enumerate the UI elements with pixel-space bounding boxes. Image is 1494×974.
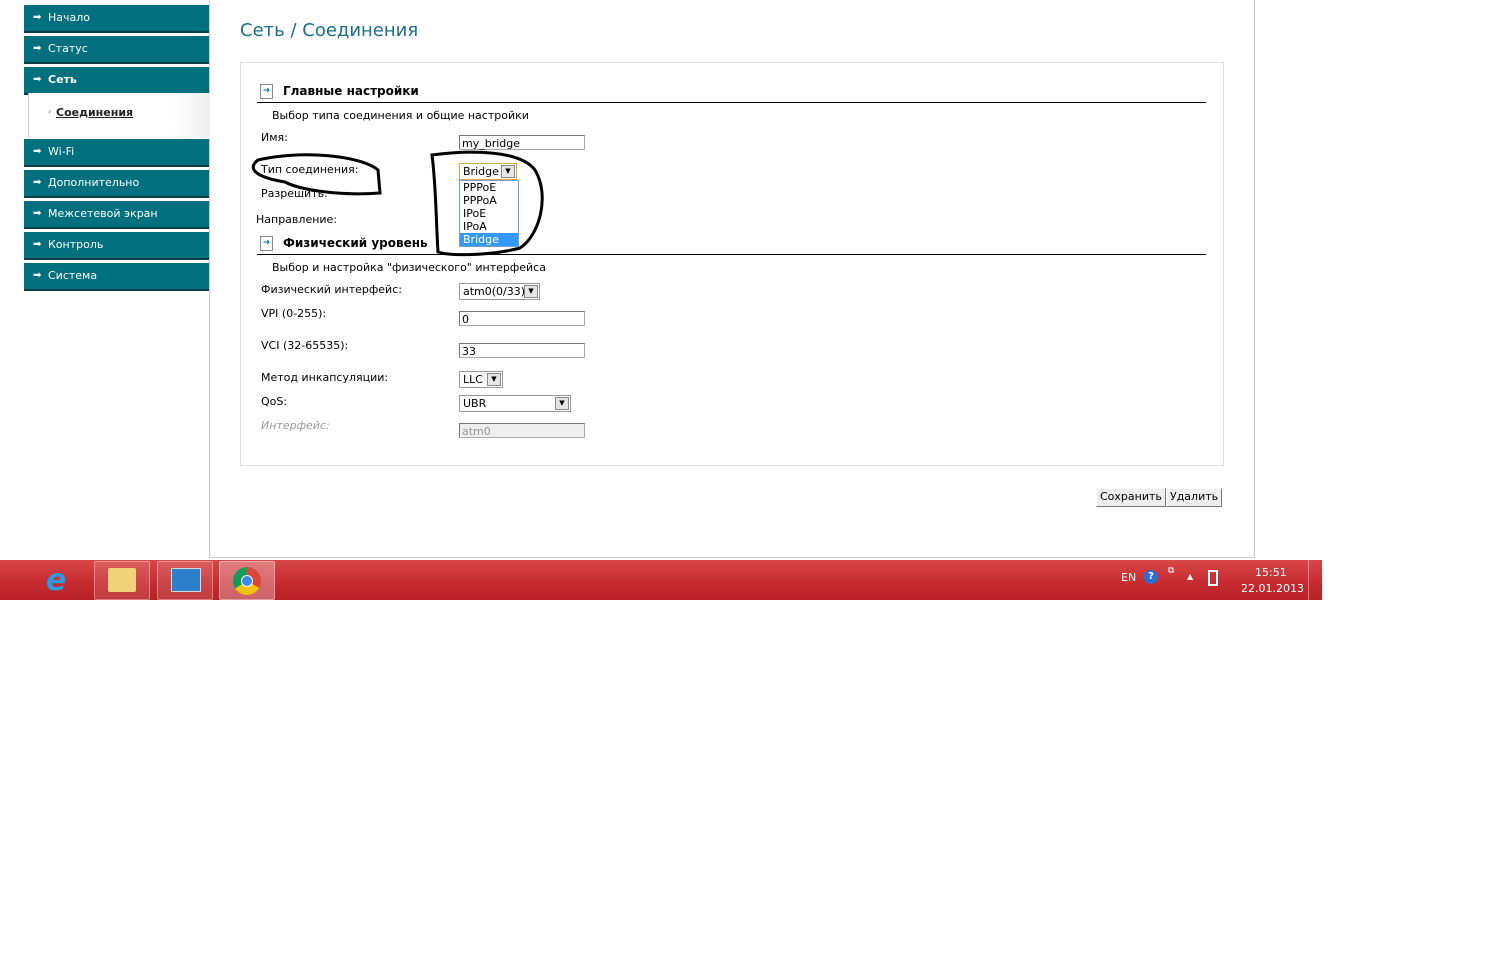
chrome-button[interactable] (219, 561, 275, 600)
qos-label: QoS: (261, 395, 288, 408)
interface-input: atm0 (459, 423, 585, 438)
network-icon[interactable]: ⧉ (1168, 566, 1174, 576)
clock-date[interactable]: 22.01.2013 (1241, 582, 1304, 595)
chevron-down-icon: ▼ (524, 285, 538, 298)
vpi-label: VPI (0-255): (261, 307, 327, 320)
hand-drawn-annotation (251, 150, 544, 257)
control-panel-icon (171, 568, 201, 592)
internet-explorer-icon: e (46, 563, 67, 598)
chrome-icon (233, 567, 261, 595)
language-indicator[interactable]: EN (1121, 571, 1136, 584)
physical-interface-select[interactable]: atm0(0/33) ▼ (459, 283, 540, 300)
control-panel-button[interactable] (157, 561, 213, 600)
show-hidden-icons[interactable]: ▲ (1187, 572, 1193, 581)
qos-select[interactable]: UBR ▼ (459, 395, 571, 412)
interface-label: Интерфейс: (261, 419, 330, 432)
power-icon[interactable] (1208, 570, 1218, 586)
clock-time[interactable]: 15:51 (1255, 566, 1287, 579)
encapsulation-select[interactable]: LLC ▼ (459, 371, 503, 388)
ie-button[interactable]: e (36, 561, 90, 598)
chevron-down-icon: ▼ (555, 397, 569, 410)
vci-label: VCI (32-65535): (261, 339, 349, 352)
taskbar: e EN ? ⧉ ▲ 15:51 22.01.2013 (0, 560, 1322, 600)
explorer-button[interactable] (94, 561, 150, 600)
vci-input[interactable]: 33 (459, 343, 585, 358)
chevron-down-icon: ▼ (487, 373, 501, 386)
folder-icon (108, 568, 136, 592)
save-button[interactable]: Сохранить (1096, 488, 1166, 507)
show-desktop-button[interactable] (1308, 560, 1323, 600)
vpi-input[interactable]: 0 (459, 311, 585, 326)
physical-interface-label: Физический интерфейс: (261, 283, 402, 296)
help-icon[interactable]: ? (1144, 570, 1158, 584)
encapsulation-label: Метод инкапсуляции: (261, 371, 389, 384)
delete-button[interactable]: Удалить (1166, 488, 1223, 507)
